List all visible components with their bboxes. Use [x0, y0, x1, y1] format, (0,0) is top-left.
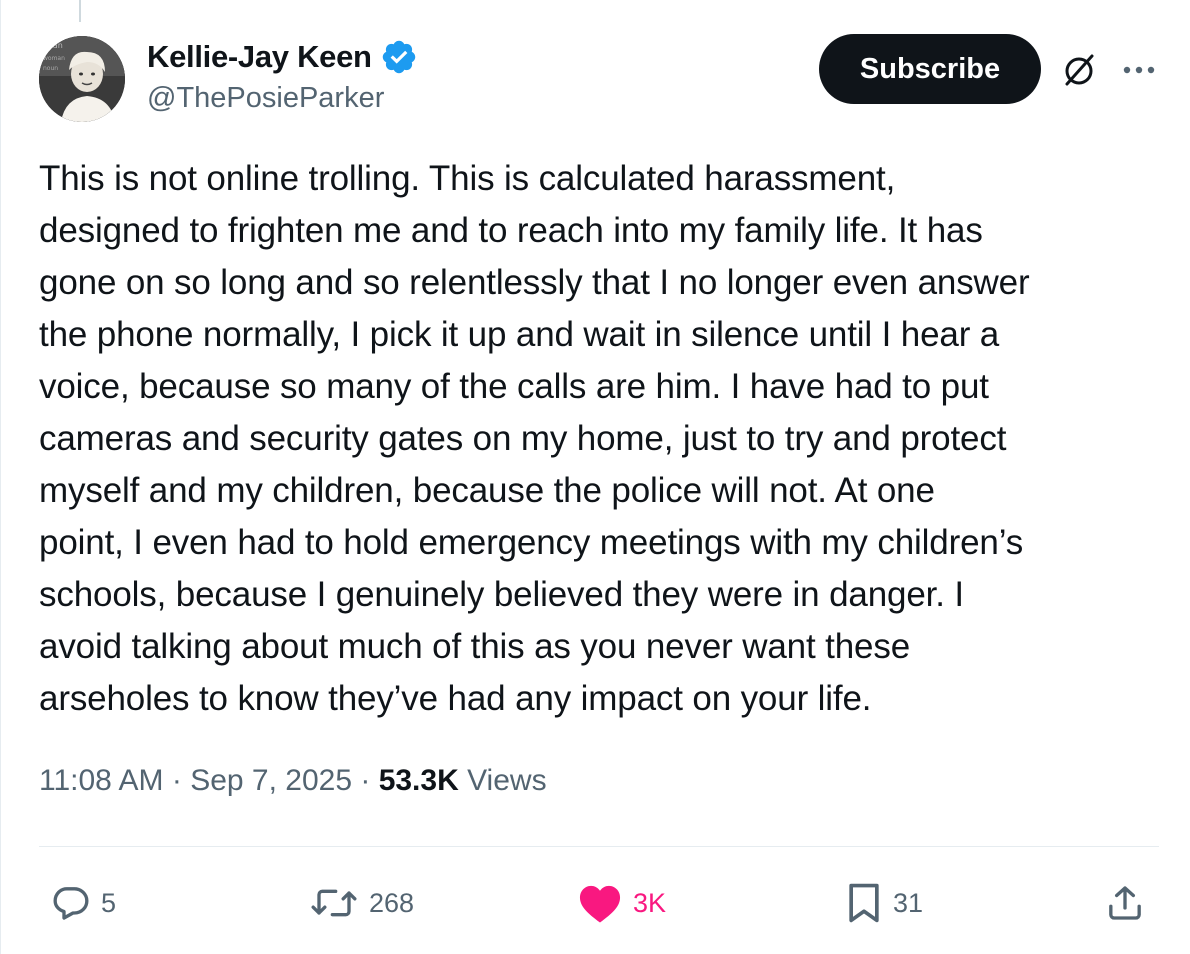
- svg-text:woman: woman: [43, 55, 65, 62]
- meta-separator: ·: [163, 764, 191, 797]
- divider: [39, 846, 1159, 847]
- reply-icon: [53, 887, 89, 920]
- more-options-icon[interactable]: [1117, 56, 1161, 84]
- author-info: Kellie-Jay Keen @ThePosieParker: [147, 36, 418, 115]
- repost-icon: [311, 889, 357, 917]
- like-button[interactable]: 3K: [577, 878, 666, 928]
- share-button[interactable]: [1105, 878, 1145, 928]
- repost-button[interactable]: 268: [309, 878, 414, 928]
- meta-separator: ·: [352, 764, 379, 797]
- bookmark-icon: [849, 883, 879, 923]
- reply-button[interactable]: 5: [51, 878, 116, 928]
- heart-icon: [579, 885, 621, 923]
- bookmark-button[interactable]: 31: [845, 878, 923, 928]
- views-label: Views: [458, 764, 547, 797]
- svg-text:noun: noun: [43, 65, 58, 72]
- tweet-metadata: 11:08 AM · Sep 7, 2025 · 53.3K Views: [39, 764, 547, 798]
- subscribe-button[interactable]: Subscribe: [819, 34, 1041, 104]
- svg-text:man: man: [45, 41, 63, 50]
- tweet-text: This is not online trolling. This is cal…: [39, 159, 1030, 718]
- grok-icon[interactable]: [1059, 50, 1099, 90]
- avatar[interactable]: man woman noun: [39, 36, 125, 122]
- views-count: 53.3K: [378, 764, 459, 797]
- tweet-date[interactable]: Sep 7, 2025: [190, 764, 352, 798]
- bookmark-count: 31: [893, 887, 924, 918]
- author-display-name[interactable]: Kellie-Jay Keen: [147, 39, 372, 75]
- tweet-time[interactable]: 11:08 AM: [39, 764, 164, 798]
- like-count: 3K: [633, 887, 667, 918]
- tweet-detail: man woman noun Kellie-Jay Keen @ThePosie…: [0, 0, 1190, 954]
- verified-badge-icon[interactable]: [380, 38, 418, 76]
- repost-count: 268: [369, 887, 415, 918]
- reply-count: 5: [101, 887, 117, 918]
- author-handle[interactable]: @ThePosieParker: [147, 82, 418, 115]
- thread-connector-line: [79, 0, 81, 22]
- share-icon: [1109, 886, 1141, 920]
